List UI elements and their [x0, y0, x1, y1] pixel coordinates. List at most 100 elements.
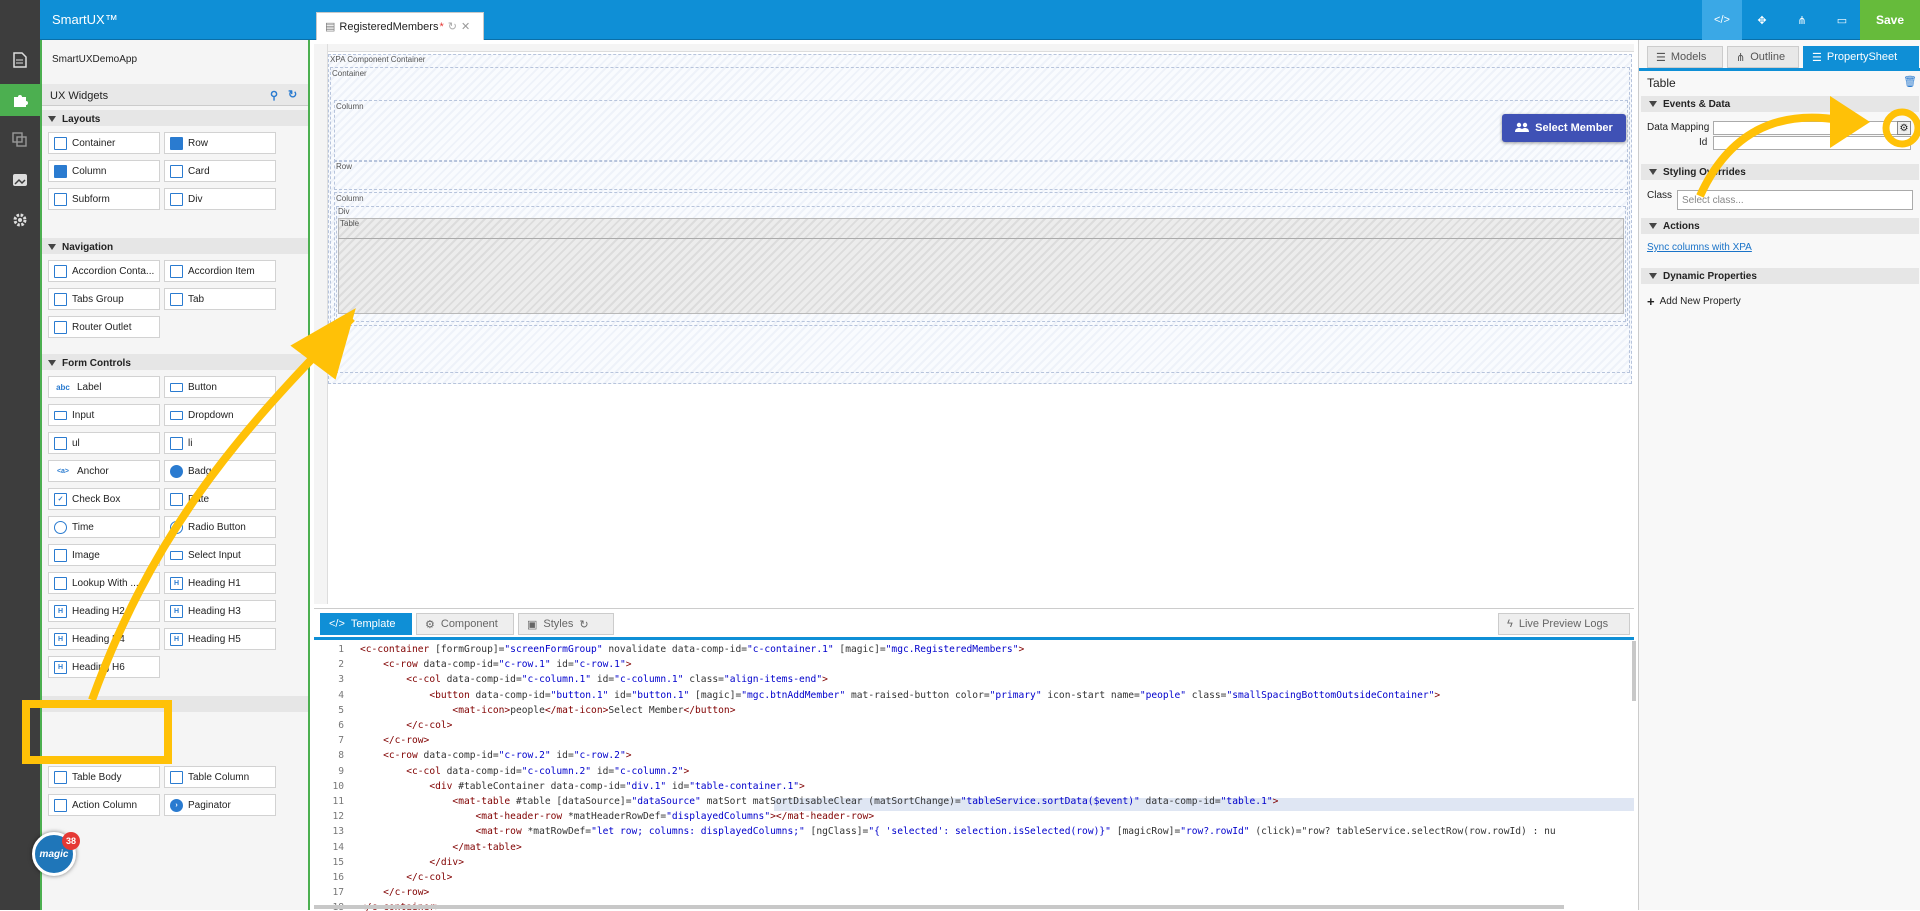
widget-container[interactable]: Container — [48, 132, 160, 154]
column-label-2: Column — [336, 194, 364, 203]
widget-router-outlet[interactable]: Router Outlet — [48, 316, 160, 338]
select-member-button[interactable]: Select Member — [1502, 114, 1626, 142]
sync-columns-link[interactable]: Sync columns with XPA — [1647, 242, 1752, 253]
section-form-controls[interactable]: Form Controls — [42, 354, 308, 370]
widget-label: Heading H1 — [188, 577, 241, 589]
refresh-icon[interactable]: ↻ — [448, 20, 457, 33]
widget-label: Select Input — [188, 549, 241, 561]
close-icon[interactable]: ✕ — [461, 20, 470, 33]
save-button[interactable]: Save — [1860, 0, 1920, 40]
abc-icon: abc — [56, 382, 70, 392]
tab-styles[interactable]: ▣ Styles ↻ — [518, 613, 614, 635]
widget-table-body[interactable]: Table Body — [48, 766, 160, 788]
data-mapping-input[interactable] — [1713, 121, 1911, 135]
section-label: Navigation — [62, 241, 114, 253]
widget-div[interactable]: Div — [164, 188, 276, 210]
widget-tabs-group[interactable]: Tabs Group — [48, 288, 160, 310]
table-component[interactable] — [338, 218, 1624, 314]
widget-subform[interactable]: Subform — [48, 188, 160, 210]
widget-date[interactable]: Date — [164, 488, 276, 510]
widget-li[interactable]: li — [164, 432, 276, 454]
widget-ul[interactable]: ul — [48, 432, 160, 454]
widget-heading-h2[interactable]: H Heading H2 — [48, 600, 160, 622]
widget-select-input[interactable]: Select Input — [164, 544, 276, 566]
search-icon[interactable]: ⚲ — [270, 89, 278, 102]
widget-heading-h1[interactable]: H Heading H1 — [164, 572, 276, 594]
trash-icon[interactable]: 🗑 — [1903, 75, 1917, 88]
widget-badge[interactable]: Badge — [164, 460, 276, 482]
widget-accordion-item[interactable]: Accordion Item — [164, 260, 276, 282]
widget-tab[interactable]: Tab — [164, 288, 276, 310]
tab-component[interactable]: ⚙ Component — [416, 613, 514, 635]
widget-table-column[interactable]: Table Column — [164, 766, 276, 788]
code-line: <c-row data-comp-id="c-row.1" id="c-row.… — [383, 659, 632, 671]
preview-button[interactable]: ▭ — [1822, 0, 1862, 40]
widget-label: Input — [72, 409, 95, 421]
code-area[interactable]: 1 <c-container [formGroup]="screenFormGro… — [314, 637, 1634, 911]
list-icon: ☰ — [1812, 51, 1822, 64]
section-layouts[interactable]: Layouts — [42, 110, 308, 126]
widget-time[interactable]: Time — [48, 516, 160, 538]
image-icon[interactable] — [0, 164, 40, 196]
widget-lookup[interactable]: Lookup With ... — [48, 572, 160, 594]
widget-heading-h6[interactable]: H Heading H6 — [48, 656, 160, 678]
refresh-icon[interactable]: ↻ — [288, 88, 297, 101]
widget-label: Card — [188, 165, 210, 177]
section-navigation[interactable]: Navigation — [42, 238, 308, 254]
widget-anchor[interactable]: <a> Anchor — [48, 460, 160, 482]
share-icon: ⋔ — [1797, 14, 1807, 27]
expand-button[interactable]: ✥ — [1742, 0, 1782, 40]
widget-radio-button[interactable]: Radio Button — [164, 516, 276, 538]
widget-heading-h4[interactable]: H Heading H4 — [48, 628, 160, 650]
widget-label: Heading H5 — [188, 633, 241, 645]
document-icon[interactable] — [0, 44, 40, 76]
puzzle-icon[interactable] — [0, 84, 40, 116]
widget-label: Container — [72, 137, 116, 149]
widget-heading-h5[interactable]: H Heading H5 — [164, 628, 276, 650]
horizontal-scrollbar[interactable] — [314, 905, 1564, 909]
section-styling-overrides[interactable]: Styling Overrides — [1641, 164, 1919, 180]
widget-input[interactable]: Input — [48, 404, 160, 426]
section-table — [42, 696, 308, 712]
tab-registered-members[interactable]: ▤ RegisteredMembers * ↻ ✕ — [316, 12, 484, 40]
widget-check-box[interactable]: ✓ Check Box — [48, 488, 160, 510]
tab-template[interactable]: </> Template — [320, 613, 412, 635]
section-events-data[interactable]: Events & Data — [1641, 96, 1919, 112]
add-property-button[interactable]: + Add New Property — [1647, 294, 1741, 309]
copy-icon[interactable] — [0, 124, 40, 156]
tab-property-sheet[interactable]: ☰ PropertySheet — [1803, 46, 1919, 68]
widget-image[interactable]: Image — [48, 544, 160, 566]
row-icon — [170, 136, 183, 150]
widget-heading-h3[interactable]: H Heading H3 — [164, 600, 276, 622]
refresh-icon[interactable]: ↻ — [579, 618, 588, 631]
list-icon — [54, 436, 67, 450]
code-line: <c-col data-comp-id="c-column.1" id="c-c… — [406, 674, 828, 686]
widget-row[interactable]: Row — [164, 132, 276, 154]
collapse-icon — [1649, 223, 1657, 229]
widget-paginator[interactable]: › Paginator — [164, 794, 276, 816]
widget-column[interactable]: Column — [48, 160, 160, 182]
share-button[interactable]: ⋔ — [1782, 0, 1822, 40]
code-view-button[interactable]: </> — [1702, 0, 1742, 40]
tab-label: Template — [350, 618, 396, 630]
widget-action-column[interactable]: Action Column — [48, 794, 160, 816]
gear-icon[interactable] — [0, 204, 40, 236]
widget-card[interactable]: Card — [164, 160, 276, 182]
live-preview-logs-button[interactable]: ϟ Live Preview Logs — [1498, 613, 1630, 635]
id-input[interactable] — [1713, 136, 1911, 150]
line-number: 2 — [338, 659, 344, 671]
widget-button[interactable]: Button — [164, 376, 276, 398]
widget-dropdown[interactable]: Dropdown — [164, 404, 276, 426]
data-mapping-gear-icon[interactable]: ⚙ — [1897, 121, 1911, 135]
column-box[interactable] — [334, 100, 1628, 162]
widget-label[interactable]: abc Label — [48, 376, 160, 398]
vertical-scrollbar[interactable] — [1632, 641, 1636, 701]
tab-models[interactable]: ☰ Models — [1647, 46, 1723, 68]
section-actions[interactable]: Actions — [1641, 218, 1919, 234]
row-box[interactable] — [334, 160, 1628, 190]
class-select[interactable]: Select class... — [1677, 190, 1913, 210]
section-dynamic-properties[interactable]: Dynamic Properties — [1641, 268, 1919, 284]
widget-accordion-container[interactable]: Accordion Conta... — [48, 260, 160, 282]
tab-outline[interactable]: ⋔ Outline — [1727, 46, 1799, 68]
lookup-icon — [54, 576, 67, 590]
